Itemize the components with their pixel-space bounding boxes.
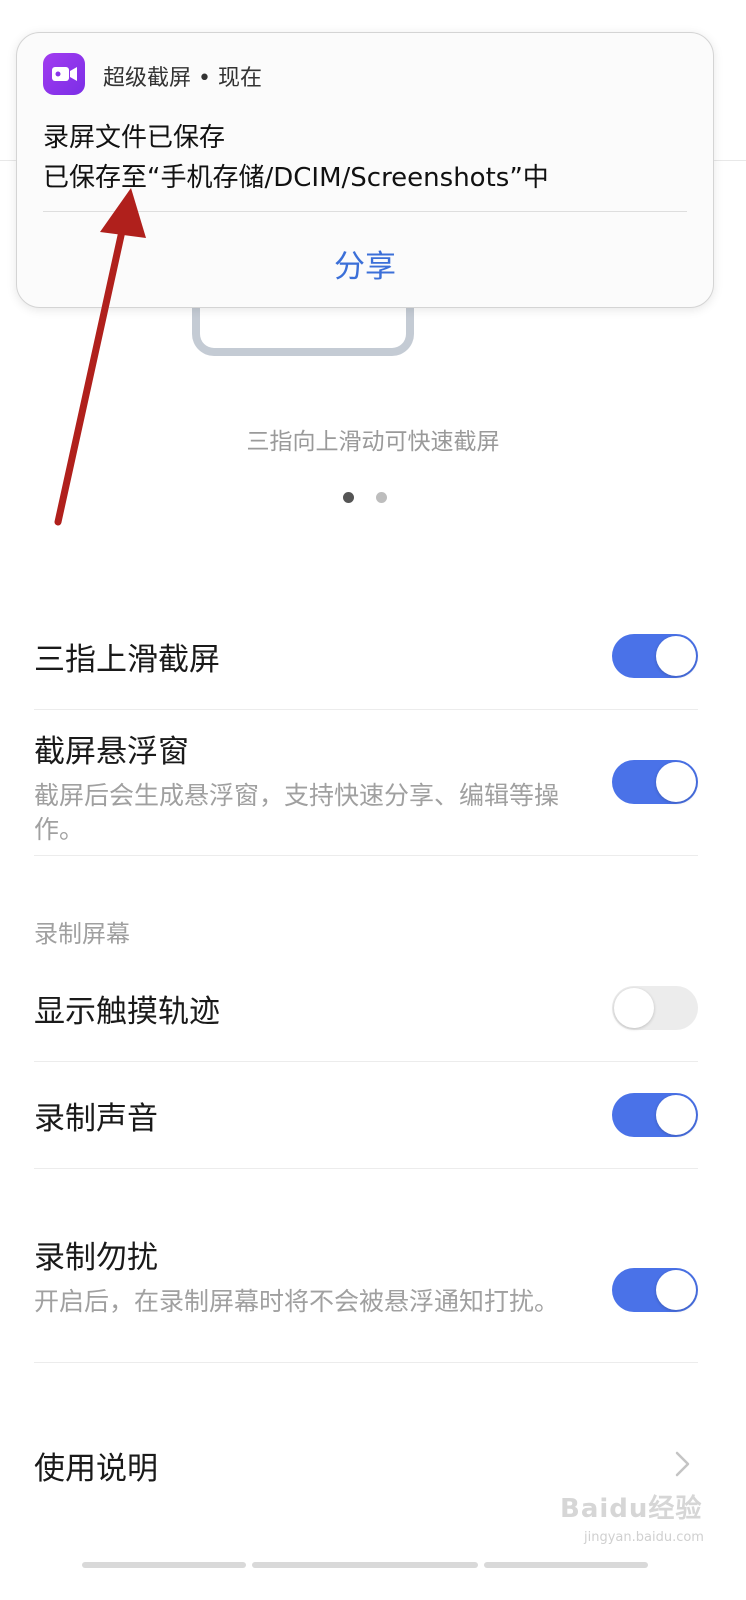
setting-description: 开启后，在录制屏幕时将不会被悬浮通知打扰。	[34, 1287, 560, 1316]
video-camera-icon	[43, 53, 85, 95]
setting-label: 三指上滑截屏	[34, 642, 220, 678]
setting-description: 截屏后会生成悬浮窗，支持快速分享、编辑等操作。	[34, 781, 560, 844]
notification-divider	[43, 211, 687, 212]
nav-bar-segment	[484, 1562, 648, 1568]
watermark-logo: Baidu经验	[560, 1494, 703, 1524]
setting-label: 截屏悬浮窗	[34, 734, 189, 770]
setting-floating-window[interactable]: 截屏悬浮窗 截屏后会生成悬浮窗，支持快速分享、编辑等操作。	[34, 726, 698, 847]
notification-card[interactable]: 超级截屏 • 现在 录屏文件已保存 已保存至“手机存储/DCIM/Screens…	[16, 32, 714, 308]
divider	[34, 1168, 698, 1169]
setting-record-sound[interactable]: 录制声音	[34, 1093, 698, 1138]
setting-label: 显示触摸轨迹	[34, 994, 220, 1030]
three-finger-toggle[interactable]	[612, 634, 698, 678]
divider	[34, 1362, 698, 1363]
divider	[34, 709, 698, 710]
page-indicator-dot-active	[343, 492, 354, 503]
gesture-hint: 三指向上滑动可快速截屏	[246, 429, 500, 455]
notification-body: 已保存至“手机存储/DCIM/Screenshots”中	[43, 163, 549, 193]
record-sound-toggle[interactable]	[612, 1093, 698, 1137]
chevron-right-icon[interactable]	[668, 1450, 696, 1478]
setting-label: 录制勿扰	[34, 1240, 158, 1276]
setting-label: 使用说明	[34, 1451, 158, 1487]
watermark-url: jingyan.baidu.com	[584, 1530, 704, 1545]
setting-label: 录制声音	[34, 1101, 158, 1137]
setting-show-touches[interactable]: 显示触摸轨迹	[34, 986, 698, 1031]
record-dnd-toggle[interactable]	[612, 1268, 698, 1312]
page-indicator-dot	[376, 492, 387, 503]
nav-bar-segment	[252, 1562, 478, 1568]
floating-window-toggle[interactable]	[612, 760, 698, 804]
divider	[34, 855, 698, 856]
notification-app-name: 超级截屏 • 现在	[103, 66, 262, 91]
divider	[34, 1061, 698, 1062]
notification-title: 录屏文件已保存	[43, 123, 226, 153]
show-touches-toggle[interactable]	[612, 986, 698, 1030]
setting-three-finger-screenshot[interactable]: 三指上滑截屏	[34, 634, 698, 679]
setting-record-dnd[interactable]: 录制勿扰 开启后，在录制屏幕时将不会被悬浮通知打扰。	[34, 1232, 698, 1319]
nav-bar-segment	[82, 1562, 246, 1568]
setting-instructions[interactable]: 使用说明	[34, 1443, 698, 1488]
share-button[interactable]: 分享	[17, 241, 713, 286]
section-title-record: 录制屏幕	[34, 920, 130, 948]
